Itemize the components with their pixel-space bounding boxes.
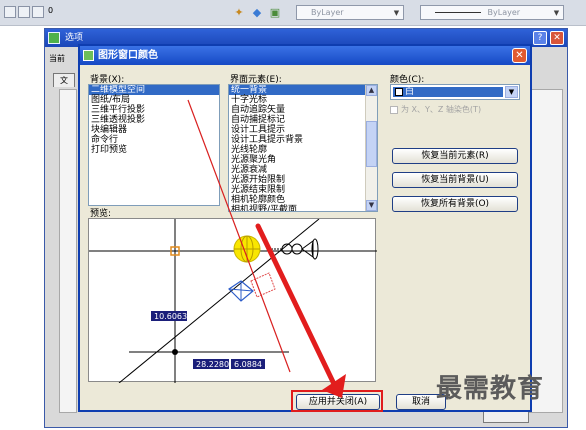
options-title: 选项 [65,33,84,43]
cad-toolbar: 0 ✦ ◆ ▣ ByLayer ▼ ByLayer ▼ [0,0,586,26]
tab-files[interactable]: 文 [53,73,75,87]
options-panel-left [59,89,77,413]
layer-lock-icon[interactable] [18,6,30,18]
line-sample-icon [435,12,481,13]
options-panel-right [529,89,563,413]
dialog-title-bar: 图形窗口颜色 ✕ [80,46,530,65]
layer-manager-icon[interactable]: ▣ [268,5,282,19]
layer-state-icon[interactable] [4,6,16,18]
color-value: 白 [405,87,415,97]
element-item[interactable]: 相机视野/平截面 [229,205,365,211]
camera-glyph-icon [271,238,319,260]
element-item[interactable]: 统一背景 [229,85,365,95]
element-item[interactable]: 设计工具提示 [229,125,365,135]
element-listbox[interactable]: 统一背景 十字光标 自动追踪矢量 自动捕捉标记 设计工具提示 设计工具提示背景 光线轮廓 光源… [228,84,378,212]
preview-drawing: 10.6063 28.2280 6.0884 [89,218,377,384]
scroll-down-icon[interactable]: ▼ [366,200,377,211]
layer-color-icon[interactable] [32,6,44,18]
toolbar-left-icons: 0 [4,6,53,18]
toolbar-tools: ✦ ◆ ▣ [232,5,282,19]
element-scrollbar[interactable]: ▲ ▼ [365,85,377,211]
element-item[interactable]: 自动追踪矢量 [229,105,365,115]
checkbox-box [390,105,398,114]
color-control-combo[interactable]: ByLayer ▼ [296,5,404,20]
element-item[interactable]: 自动捕捉标记 [229,115,365,125]
chevron-down-icon: ▼ [505,86,518,98]
context-item[interactable]: 打印预览 [89,145,219,155]
tooltip-text-3: 6.0884 [234,360,262,369]
element-item[interactable]: 光源聚光角 [229,155,365,165]
element-item[interactable]: 光源衰减 [229,165,365,175]
cursor-point-icon [172,349,178,355]
autotrack-vector [118,218,320,384]
drawing-window-colors-dialog: 图形窗口颜色 ✕ 背景(X): 二维模型空间 图纸/布局 三维平行投影 三维透视投影块… [78,44,532,412]
watermark-logo: 最需教育 [436,374,545,404]
tint-xyz-checkbox[interactable]: 为 X、Y、Z 轴染色(T) [390,104,481,115]
scroll-up-icon[interactable]: ▲ [366,85,377,96]
element-item[interactable]: 光线轮廓 [229,145,365,155]
layer-name: 0 [48,6,54,15]
restore-all-contexts-button[interactable]: 恢复所有背景(O) [392,196,518,212]
context-item[interactable]: 命令行 [89,135,219,145]
element-item[interactable]: 设计工具提示背景 [229,135,365,145]
context-item[interactable]: 三维平行投影 [89,105,219,115]
app-icon [48,32,60,44]
highlight-box [291,390,383,412]
restore-current-context-button[interactable]: 恢复当前背景(U) [392,172,518,188]
linetype-control-combo[interactable]: ByLayer ▼ [420,5,564,20]
element-item[interactable]: 光源结束限制 [229,185,365,195]
current-profile-label: 当前 [49,54,65,63]
chevron-down-icon: ▼ [393,9,400,17]
context-item[interactable]: 图纸/布局 [89,95,219,105]
context-item[interactable]: 二维模型空间 [89,85,219,95]
white-swatch-icon [395,88,403,96]
tooltip-text-1: 10.6063 [154,312,187,321]
options-close-button[interactable]: ✕ [550,31,564,45]
dialog-close-button[interactable]: ✕ [512,48,527,63]
help-button[interactable]: ? [533,31,547,45]
context-listbox[interactable]: 二维模型空间 图纸/布局 三维平行投影 三维透视投影 块编辑器 命令行 打印预览 [88,84,220,206]
chevron-down-icon: ▼ [553,9,560,17]
restore-current-element-button[interactable]: 恢复当前元素(R) [392,148,518,164]
light-glyph-icon [233,235,261,263]
scroll-thumb[interactable] [366,121,377,167]
context-item[interactable]: 块编辑器 [89,125,219,135]
tooltip-text-2: 28.2280 [196,360,229,369]
layer-previous-icon[interactable]: ◆ [250,5,264,19]
element-item[interactable]: 光源开始限制 [229,175,365,185]
preview-pane: 10.6063 28.2280 6.0884 [88,218,377,384]
match-properties-icon[interactable]: ✦ [232,5,246,19]
element-item[interactable]: 相机轮廓颜色 [229,195,365,205]
dialog-title: 图形窗口颜色 [98,50,158,61]
element-item[interactable]: 十字光标 [229,95,365,105]
dialog-icon [83,50,94,61]
context-item[interactable]: 三维透视投影 [89,115,219,125]
color-select[interactable]: 白 ▼ [390,84,520,100]
